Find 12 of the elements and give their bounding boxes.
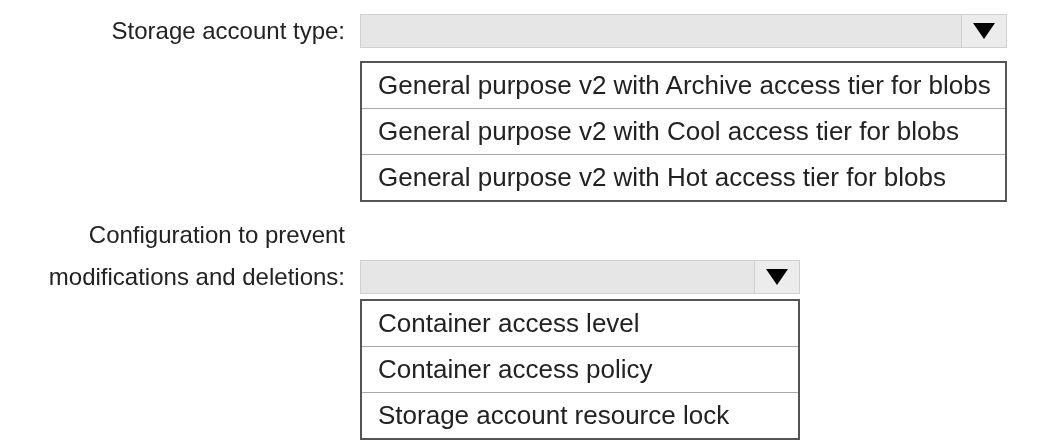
caret-icon — [972, 23, 995, 39]
dropdown-option[interactable]: General purpose v2 with Archive access tier for blobs — [362, 63, 1005, 108]
dropdown-option[interactable]: Storage account resource lock — [362, 392, 798, 438]
dropdown-option[interactable]: Container access level — [362, 301, 798, 346]
caret-icon — [766, 269, 788, 285]
dropdown-option[interactable]: General purpose v2 with Cool access tier for blobs — [362, 108, 1005, 154]
field-label: Storage account type: — [110, 16, 345, 46]
dropdown[interactable] — [360, 14, 1007, 48]
dropdown-option[interactable]: Container access policy — [362, 346, 798, 392]
dropdown[interactable] — [360, 260, 800, 294]
field-label: Configuration to prevent modifications and deletions: — [47, 220, 345, 292]
dropdown-option[interactable]: General purpose v2 with Hot access tier for blobs — [362, 154, 1005, 200]
